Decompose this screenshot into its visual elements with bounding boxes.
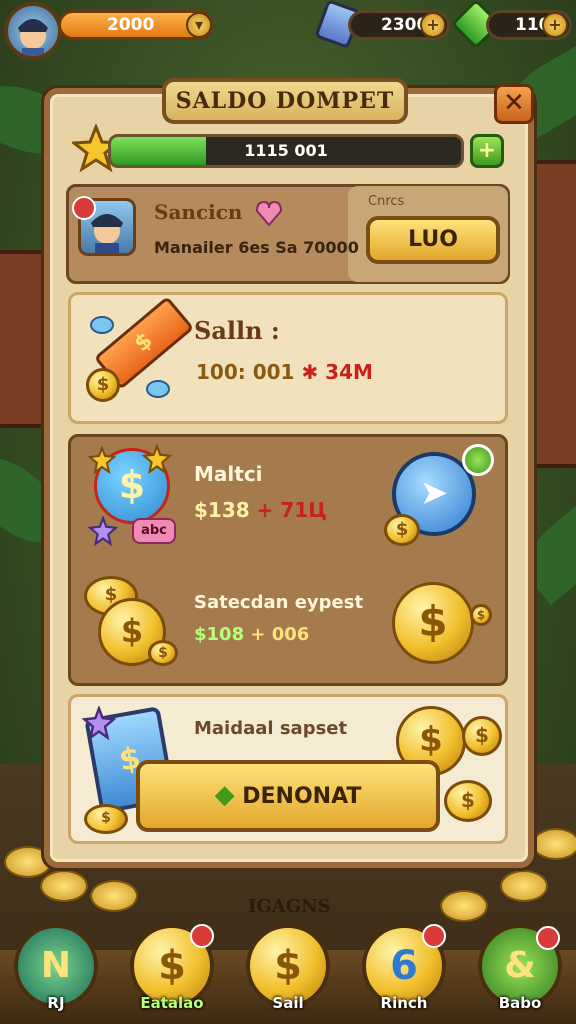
coin-icon: $ — [470, 604, 492, 626]
profile-action-button[interactable]: LUO — [366, 216, 500, 264]
heart-gem-icon — [255, 200, 283, 227]
background-hut — [530, 160, 576, 468]
big-coin-icon: $ — [392, 582, 474, 664]
balance-value: 100: 001 ✱ 34M — [196, 360, 373, 384]
nav-label: Babo — [498, 994, 542, 1012]
balance-value-main: 100: 001 — [196, 360, 295, 384]
reward-value-main: $138 — [194, 498, 250, 522]
coin-icon — [40, 870, 88, 902]
sparkle-star-icon — [88, 516, 118, 546]
player-avatar[interactable] — [4, 2, 62, 60]
green-check-badge — [462, 444, 494, 476]
notification-badge — [422, 924, 446, 948]
add-tickets-button[interactable]: + — [420, 12, 446, 38]
nav-glyph-icon: 6 — [390, 943, 418, 989]
reward-value-accent: + 71Ц — [256, 498, 327, 522]
character-portrait-icon — [18, 19, 48, 56]
gold-dropdown-button[interactable]: ▾ — [186, 12, 212, 38]
nav-label: Eatalao — [140, 994, 204, 1012]
reward-value-accent: + 006 — [250, 624, 310, 645]
sparkle-star-icon — [82, 706, 116, 740]
notification-badge — [190, 924, 214, 948]
level-progress-bar: 1115 001 — [108, 134, 464, 168]
reward-value-main: $108 — [194, 624, 245, 645]
profile-name: Sancicn — [154, 200, 243, 224]
coin-icon: $ — [86, 368, 120, 402]
balance-title: Salln : — [194, 316, 280, 345]
nav-glyph-icon: N — [40, 945, 72, 986]
coin-icon — [500, 870, 548, 902]
nav-glyph-icon: & — [504, 945, 536, 986]
notification-badge — [72, 196, 96, 220]
promo-title: Maidaal sapset — [194, 718, 348, 739]
reward-title: Satecdan eypest — [194, 592, 364, 613]
coin-icon: $ — [462, 716, 502, 756]
balance-value-accent: ✱ 34M — [301, 360, 373, 384]
add-progress-button[interactable]: + — [470, 134, 504, 168]
arrow-icon: ◆ — [214, 780, 235, 810]
tag-label: abc — [132, 518, 176, 544]
notification-badge — [536, 926, 560, 950]
deposit-button[interactable]: ◆ DENONAT — [136, 760, 440, 832]
coin-icon: $ — [148, 640, 178, 666]
profile-side-label: Cnrcs — [368, 194, 405, 209]
profile-subtitle: Manailer 6es Sa 70000 — [154, 238, 359, 257]
star-icon — [142, 444, 172, 474]
nav-glyph-icon: $ — [274, 943, 302, 989]
deposit-button-label: DENONAT — [242, 784, 362, 809]
add-gems-button[interactable]: + — [542, 12, 568, 38]
nav-label: RJ — [47, 994, 65, 1012]
progress-text: 1115 001 — [244, 141, 328, 160]
coin-icon: $ — [444, 780, 492, 822]
nav-glyph-icon: $ — [158, 943, 186, 989]
star-icon — [88, 446, 116, 474]
reward-title: Maltci — [194, 462, 263, 486]
blue-gem-icon — [90, 316, 114, 334]
close-button[interactable]: ✕ — [494, 84, 534, 124]
reward-value: $138 + 71Ц — [194, 498, 327, 522]
gold-amount: 2000 — [107, 15, 155, 35]
reward-value: $108 + 006 — [194, 624, 309, 645]
coin-icon: $ — [384, 514, 420, 546]
coin-icon — [532, 828, 576, 860]
coin-icon: $ — [84, 804, 128, 834]
nav-label: Sail — [272, 994, 304, 1012]
nav-label: Rinch — [380, 994, 428, 1012]
panel-title: SALDO DOMPET — [162, 78, 408, 124]
blue-gem-icon — [146, 380, 170, 398]
